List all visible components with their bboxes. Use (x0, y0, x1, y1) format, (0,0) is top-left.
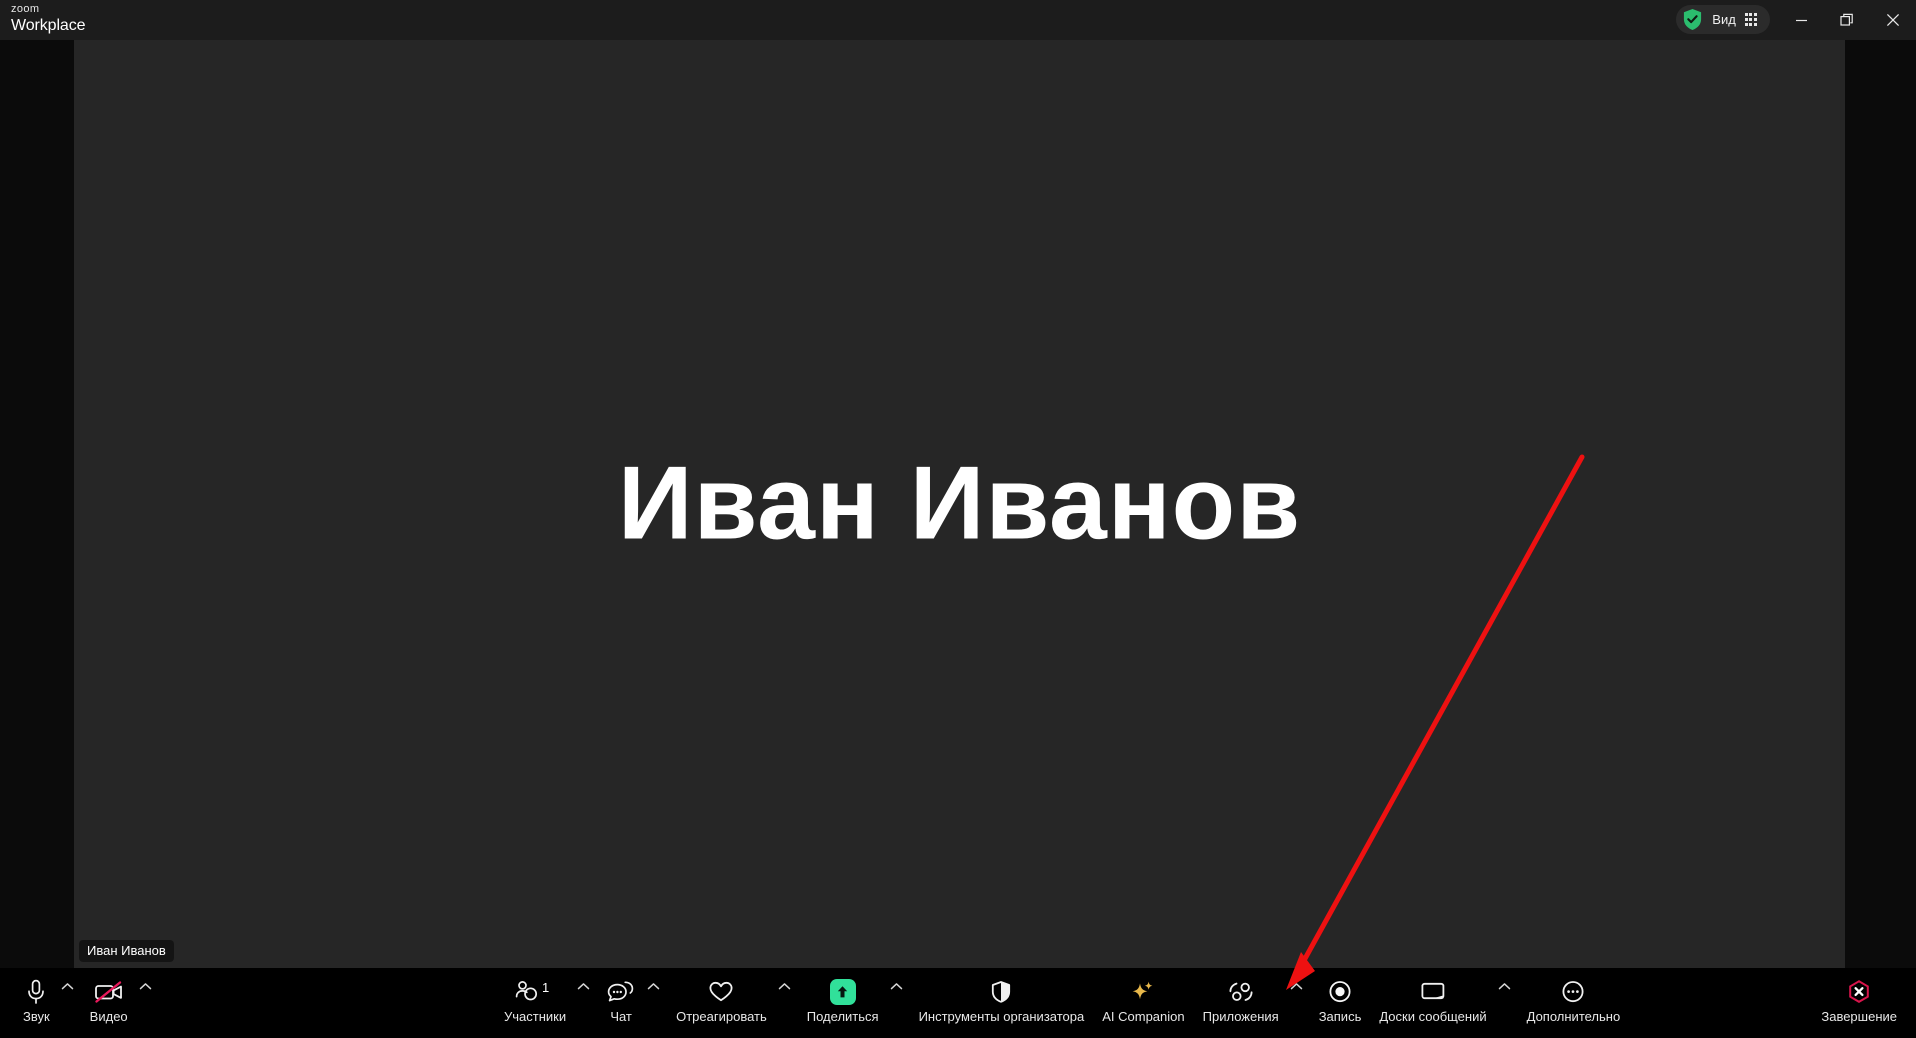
share-screen-icon (829, 978, 856, 1006)
whiteboards-button[interactable]: Доски сообщений (1370, 968, 1495, 1024)
react-button-label: Отреагировать (676, 1009, 767, 1024)
view-button-label: Вид (1712, 12, 1736, 27)
brand-zoom-text: zoom (11, 3, 40, 15)
close-icon (1886, 13, 1900, 27)
apps-icon (1227, 978, 1255, 1006)
more-ellipsis-icon (1560, 978, 1586, 1006)
video-button[interactable]: Видео (81, 968, 137, 1024)
sparkle-icon (1129, 978, 1157, 1006)
share-screen-button[interactable]: Поделиться (798, 968, 888, 1024)
whiteboard-icon (1419, 978, 1447, 1006)
more-button[interactable]: Дополнительно (1518, 968, 1630, 1024)
more-button-label: Дополнительно (1526, 1009, 1621, 1024)
react-options-caret[interactable] (776, 968, 798, 1038)
video-options-caret[interactable] (137, 968, 159, 1038)
record-button[interactable]: Запись (1310, 968, 1371, 1024)
chat-button-label: Чат (610, 1009, 632, 1024)
share-options-caret[interactable] (888, 968, 910, 1038)
ai-companion-button-label: AI Companion (1102, 1009, 1185, 1024)
participant-name-large: Иван Иванов (617, 445, 1302, 562)
grid-view-icon (1744, 13, 1757, 26)
end-meeting-button[interactable]: Завершение (1812, 968, 1906, 1024)
chevron-up-icon (61, 983, 73, 990)
participants-options-caret[interactable] (575, 968, 597, 1038)
participants-button[interactable]: 1 Участники (495, 968, 575, 1024)
heart-icon (707, 978, 735, 1006)
ai-companion-button[interactable]: AI Companion (1093, 968, 1193, 1024)
host-tools-button[interactable]: Инструменты организатора (910, 968, 1094, 1024)
green-shield-check-icon (1684, 9, 1702, 30)
close-button[interactable] (1870, 0, 1916, 40)
minimize-icon (1795, 19, 1807, 21)
window-controls (1778, 0, 1916, 40)
chat-button[interactable]: Чат (597, 968, 645, 1024)
restore-icon (1840, 13, 1853, 26)
apps-button-label: Приложения (1202, 1009, 1279, 1024)
chevron-up-icon (647, 983, 660, 990)
title-bar: zoom Workplace Вид (0, 0, 1916, 40)
chevron-up-icon (1290, 983, 1302, 990)
zoom-workplace-logo: zoom Workplace (11, 4, 85, 34)
record-circle-icon (1327, 978, 1353, 1006)
zoom-meeting-window: zoom Workplace Вид Иван Иванов Иван Иван… (0, 0, 1916, 1038)
apps-options-caret[interactable] (1288, 968, 1310, 1038)
video-button-label: Видео (89, 1009, 128, 1024)
chevron-up-icon (890, 983, 902, 990)
host-tools-button-label: Инструменты организатора (918, 1009, 1085, 1024)
chevron-up-icon (778, 983, 791, 990)
chevron-up-icon (1498, 983, 1510, 990)
minimize-button[interactable] (1778, 0, 1824, 40)
shield-host-tools-icon (989, 978, 1013, 1006)
apps-button[interactable]: Приложения (1194, 968, 1288, 1024)
participants-icon: 1 (513, 978, 557, 1006)
participant-name-badge: Иван Иванов (79, 940, 174, 962)
maximize-button[interactable] (1824, 0, 1870, 40)
toolbar-left-group: Звук Видео (14, 968, 159, 1038)
whiteboards-button-label: Доски сообщений (1379, 1009, 1487, 1024)
whiteboards-options-caret[interactable] (1496, 968, 1518, 1038)
chevron-up-icon (139, 983, 151, 990)
participants-count: 1 (542, 980, 550, 995)
meeting-toolbar: Звук Видео 1 Участники Чат Отреагировать… (0, 968, 1916, 1038)
meeting-stage: Иван Иванов Иван Иванов (0, 40, 1916, 968)
chat-options-caret[interactable] (645, 968, 667, 1038)
share-screen-button-label: Поделиться (806, 1009, 879, 1024)
toolbar-center-group: 1 Участники Чат Отреагировать Поделиться… (495, 968, 1629, 1038)
record-button-label: Запись (1318, 1009, 1362, 1024)
microphone-icon (25, 978, 47, 1006)
brand-workplace-text: Workplace (11, 17, 86, 34)
end-meeting-button-label: Завершение (1821, 1009, 1897, 1024)
participant-video-tile[interactable]: Иван Иванов Иван Иванов (74, 40, 1845, 968)
chevron-up-icon (577, 983, 590, 990)
chat-bubble-icon (606, 978, 636, 1006)
toolbar-right-group: Завершение (1812, 968, 1906, 1038)
view-button[interactable]: Вид (1676, 5, 1770, 34)
end-call-hexagon-icon (1846, 978, 1872, 1006)
audio-button-label: Звук (23, 1009, 50, 1024)
audio-options-caret[interactable] (59, 968, 81, 1038)
participants-button-label: Участники (504, 1009, 567, 1024)
react-button[interactable]: Отреагировать (667, 968, 776, 1024)
audio-button[interactable]: Звук (14, 968, 59, 1024)
video-camera-off-icon (93, 978, 125, 1006)
